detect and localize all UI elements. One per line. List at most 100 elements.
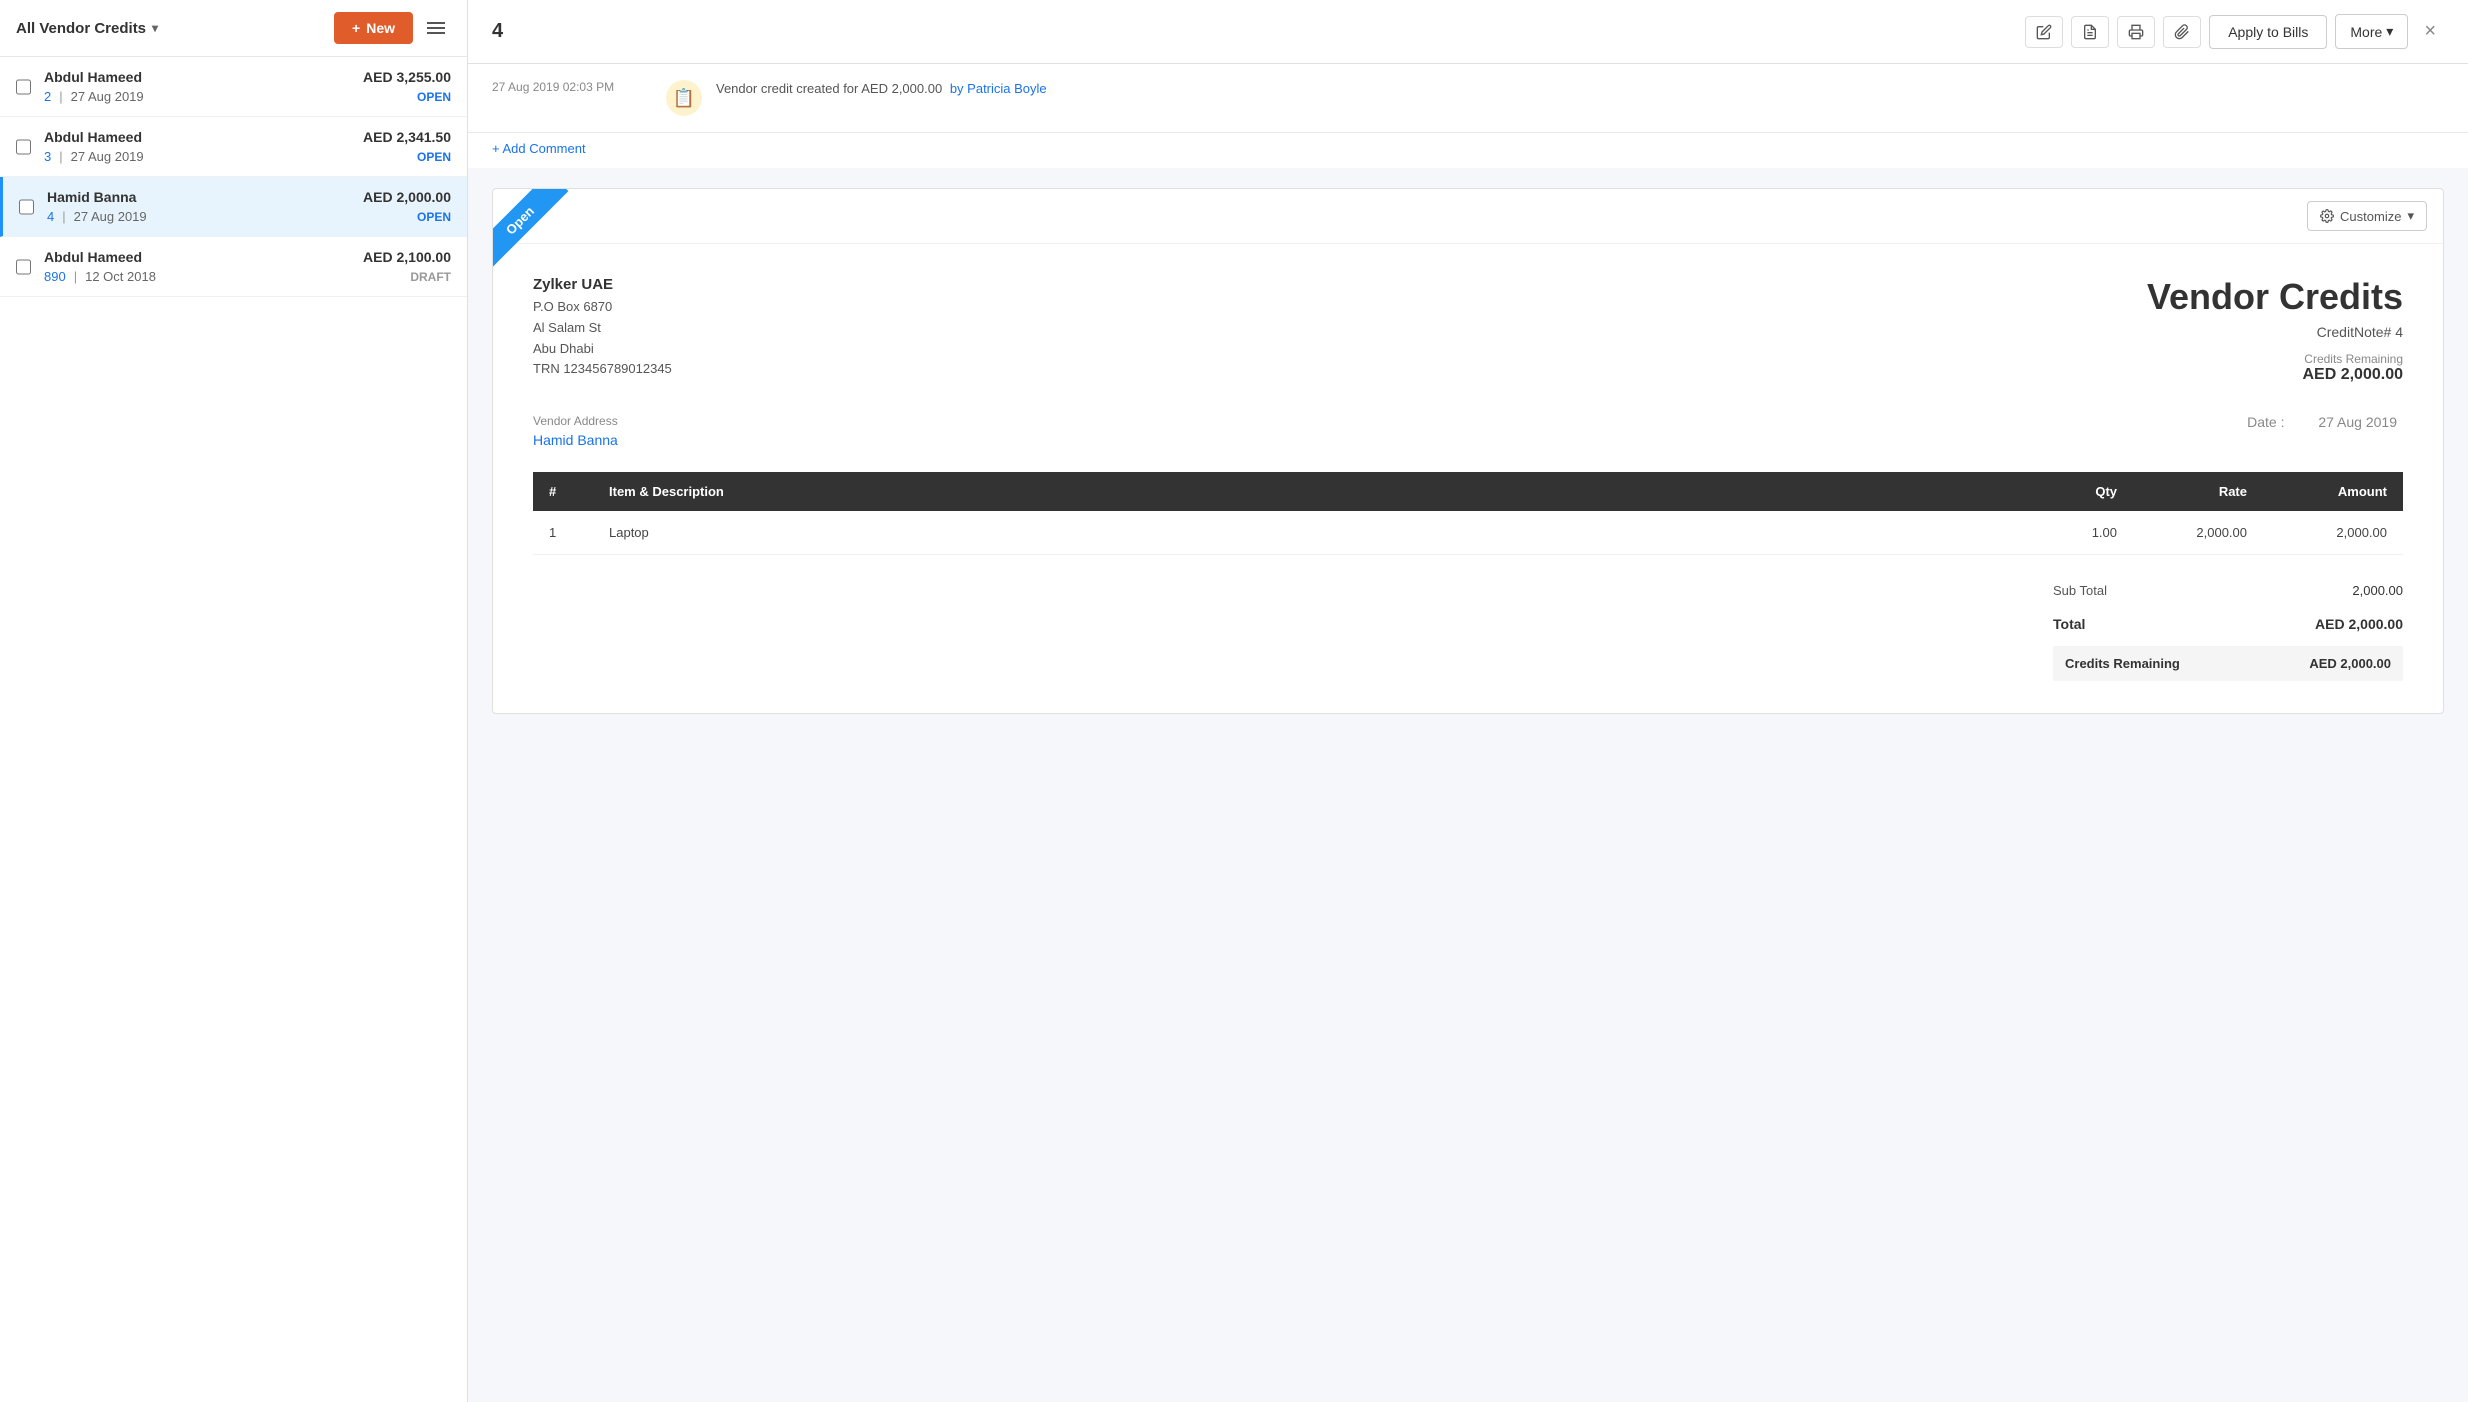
vendor-id[interactable]: 3 (44, 149, 51, 164)
vendor-item-bottom: 4 | 27 Aug 2019 OPEN (47, 209, 451, 224)
more-button[interactable]: More ▾ (2335, 14, 2408, 49)
total-label: Total (2053, 616, 2085, 632)
credits-remaining-label: Credits Remaining (2147, 352, 2403, 366)
activity-section: 27 Aug 2019 02:03 PM 📋 Vendor credit cre… (468, 64, 2468, 133)
row-num: 1 (533, 511, 593, 555)
doc-title: Vendor Credits (2147, 276, 2403, 318)
doc-date: Date : 27 Aug 2019 (2247, 414, 2403, 430)
vendor-checkbox[interactable] (16, 139, 31, 154)
chevron-down-icon: ▾ (2386, 23, 2393, 40)
menu-line-2 (427, 27, 445, 29)
sidebar-title[interactable]: All Vendor Credits ▾ (16, 20, 158, 37)
subtotal-row: Sub Total 2,000.00 (2053, 575, 2403, 606)
sidebar-header-right: + New (334, 12, 451, 44)
activity-content-left: 27 Aug 2019 02:03 PM (492, 80, 652, 94)
separator: | (74, 269, 77, 284)
company-trn: TRN 123456789012345 (533, 359, 672, 380)
main-content: 4 (468, 0, 2468, 1402)
vendor-name: Abdul Hameed (44, 129, 142, 145)
vendor-amount: AED 2,000.00 (363, 189, 451, 205)
toolbar-right: Apply to Bills More ▾ × (2025, 14, 2444, 49)
col-qty: Qty (2033, 472, 2133, 511)
vendor-item-top: Hamid Banna AED 2,000.00 (47, 189, 451, 205)
col-num: # (533, 472, 593, 511)
doc-header: Zylker UAE P.O Box 6870 Al Salam St Abu … (533, 276, 2403, 384)
vendor-item-top: Abdul Hameed AED 3,255.00 (44, 69, 451, 85)
vendor-item-bottom: 3 | 27 Aug 2019 OPEN (44, 149, 451, 164)
edit-button[interactable] (2025, 16, 2063, 48)
toolbar: 4 (468, 0, 2468, 64)
new-button[interactable]: + New (334, 12, 413, 44)
vendor-name: Abdul Hameed (44, 249, 142, 265)
totals-table: Sub Total 2,000.00 Total AED 2,000.00 Cr… (2053, 575, 2403, 681)
pdf-button[interactable] (2071, 16, 2109, 48)
list-item[interactable]: Abdul Hameed AED 3,255.00 2 | 27 Aug 201… (0, 57, 467, 117)
activity-icon: 📋 (666, 80, 702, 116)
credits-remaining-row: Credits Remaining AED 2,000.00 (2053, 646, 2403, 681)
vendor-amount: AED 3,255.00 (363, 69, 451, 85)
add-comment-link[interactable]: + Add Comment (468, 133, 2468, 168)
vendor-amount: AED 2,100.00 (363, 249, 451, 265)
vendor-status: DRAFT (410, 270, 451, 284)
customize-chevron: ▾ (2407, 208, 2414, 224)
more-label: More (2350, 24, 2382, 40)
vendor-date: 27 Aug 2019 (74, 209, 147, 224)
subtotal-label: Sub Total (2053, 583, 2107, 598)
vendor-address-section: Vendor Address Hamid Banna Date : 27 Aug… (533, 414, 2403, 448)
list-item[interactable]: Abdul Hameed AED 2,341.50 3 | 27 Aug 201… (0, 117, 467, 177)
document-area: Open Customize ▾ Zylke (468, 168, 2468, 1402)
row-qty: 1.00 (2033, 511, 2133, 555)
document-card: Open Customize ▾ Zylke (492, 188, 2444, 714)
row-amount: 2,000.00 (2263, 511, 2403, 555)
customize-bar: Customize ▾ (493, 189, 2443, 244)
list-item[interactable]: Abdul Hameed AED 2,100.00 890 | 12 Oct 2… (0, 237, 467, 297)
print-button[interactable] (2117, 16, 2155, 48)
sidebar-title-text: All Vendor Credits (16, 20, 146, 37)
vendor-status: OPEN (417, 90, 451, 104)
vendor-date: 12 Oct 2018 (85, 269, 156, 284)
vendor-meta: 890 | 12 Oct 2018 (44, 269, 156, 284)
vendor-amount: AED 2,341.50 (363, 129, 451, 145)
close-button[interactable]: × (2416, 16, 2444, 47)
vendor-id[interactable]: 2 (44, 89, 51, 104)
col-description: Item & Description (593, 472, 2033, 511)
subtotal-value: 2,000.00 (2352, 583, 2403, 598)
attach-button[interactable] (2163, 16, 2201, 48)
list-item[interactable]: Hamid Banna AED 2,000.00 4 | 27 Aug 2019… (0, 177, 467, 237)
vendor-id[interactable]: 890 (44, 269, 66, 284)
menu-line-3 (427, 32, 445, 34)
vendor-meta: 2 | 27 Aug 2019 (44, 89, 144, 104)
row-rate: 2,000.00 (2133, 511, 2263, 555)
vendor-status: OPEN (417, 150, 451, 164)
vendor-checkbox[interactable] (16, 259, 31, 274)
company-city: Abu Dhabi (533, 339, 672, 360)
vendor-checkbox[interactable] (16, 79, 31, 94)
activity-message: Vendor credit created for AED 2,000.00 b… (716, 81, 1047, 96)
vendor-meta: 4 | 27 Aug 2019 (47, 209, 147, 224)
company-address: P.O Box 6870 Al Salam St Abu Dhabi TRN 1… (533, 297, 672, 380)
apply-to-bills-button[interactable]: Apply to Bills (2209, 15, 2327, 49)
vendor-item-bottom: 2 | 27 Aug 2019 OPEN (44, 89, 451, 104)
vendor-item-top: Abdul Hameed AED 2,100.00 (44, 249, 451, 265)
vendor-list: Abdul Hameed AED 3,255.00 2 | 27 Aug 201… (0, 57, 467, 1402)
plus-icon: + (352, 20, 360, 36)
customize-button[interactable]: Customize ▾ (2307, 201, 2427, 231)
vendor-item-bottom: 890 | 12 Oct 2018 DRAFT (44, 269, 451, 284)
menu-icon-button[interactable] (421, 13, 451, 43)
table-row: 1 Laptop 1.00 2,000.00 2,000.00 (533, 511, 2403, 555)
table-body: 1 Laptop 1.00 2,000.00 2,000.00 (533, 511, 2403, 555)
totals-section: Sub Total 2,000.00 Total AED 2,000.00 Cr… (533, 575, 2403, 681)
vendor-address-name[interactable]: Hamid Banna (533, 432, 618, 448)
activity-text-area: Vendor credit created for AED 2,000.00 b… (716, 80, 1047, 96)
total-value: AED 2,000.00 (2315, 616, 2403, 632)
vendor-checkbox[interactable] (19, 199, 34, 214)
vendor-status: OPEN (417, 210, 451, 224)
sidebar-header: All Vendor Credits ▾ + New (0, 0, 467, 57)
separator: | (62, 209, 65, 224)
vendor-id[interactable]: 4 (47, 209, 54, 224)
separator: | (59, 149, 62, 164)
customize-label: Customize (2340, 209, 2401, 224)
vendor-address-label: Vendor Address (533, 414, 618, 428)
date-label: Date : (2247, 414, 2284, 430)
chevron-down-icon: ▾ (152, 21, 158, 35)
